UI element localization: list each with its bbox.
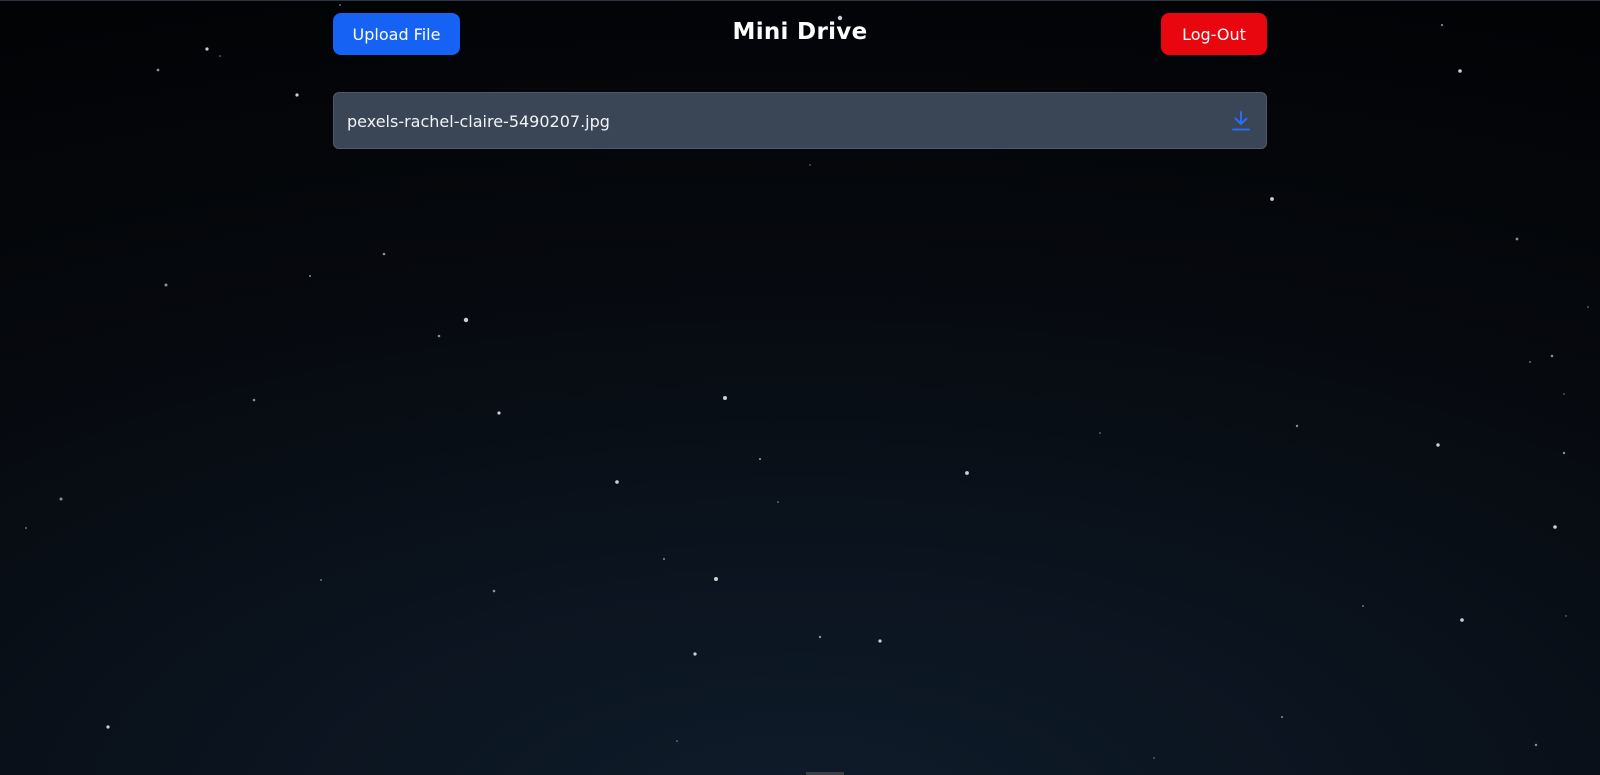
- star: [1099, 432, 1101, 434]
- star: [758, 457, 762, 461]
- star: [878, 639, 882, 643]
- star: [693, 652, 697, 656]
- star: [1553, 525, 1557, 529]
- star: [615, 480, 619, 484]
- star: [320, 579, 322, 581]
- star: [714, 577, 718, 581]
- star: [1270, 197, 1274, 201]
- star: [818, 635, 822, 639]
- star: [965, 471, 969, 475]
- star: [219, 55, 221, 57]
- app-title: Mini Drive: [732, 19, 868, 45]
- star: [295, 93, 299, 97]
- file-item: pexels-rachel-claire-5490207.jpg: [333, 92, 1267, 149]
- star: [25, 527, 27, 529]
- file-list: pexels-rachel-claire-5490207.jpg: [333, 92, 1267, 149]
- star: [164, 283, 168, 287]
- logout-button[interactable]: Log-Out: [1161, 13, 1267, 55]
- star: [1436, 443, 1440, 447]
- download-icon: [1232, 111, 1250, 131]
- star: [1362, 605, 1364, 607]
- star: [1295, 424, 1299, 428]
- star: [723, 396, 727, 400]
- star: [1562, 451, 1566, 455]
- download-button[interactable]: [1230, 110, 1252, 132]
- star: [1534, 743, 1538, 747]
- star: [59, 497, 63, 501]
- star: [382, 252, 386, 256]
- star: [339, 4, 341, 6]
- top-bar: Upload File Mini Drive Log-Out: [333, 13, 1267, 55]
- star: [663, 558, 665, 560]
- star: [497, 411, 501, 415]
- star: [1529, 361, 1531, 363]
- star: [1460, 618, 1464, 622]
- star: [1281, 716, 1283, 718]
- star: [1458, 69, 1462, 73]
- file-name: pexels-rachel-claire-5490207.jpg: [347, 112, 610, 131]
- star: [1153, 757, 1155, 759]
- star: [1440, 23, 1444, 27]
- star: [809, 164, 811, 166]
- star: [463, 317, 469, 323]
- star: [309, 275, 311, 277]
- star: [437, 334, 441, 338]
- star: [252, 398, 256, 402]
- star: [106, 725, 110, 729]
- star: [492, 589, 496, 593]
- star: [777, 501, 779, 503]
- star: [1563, 393, 1565, 395]
- star: [1587, 306, 1589, 308]
- star: [156, 68, 160, 72]
- star: [205, 47, 209, 51]
- star: [676, 740, 678, 742]
- star: [1515, 237, 1519, 241]
- star: [1565, 615, 1567, 617]
- star: [1550, 354, 1554, 358]
